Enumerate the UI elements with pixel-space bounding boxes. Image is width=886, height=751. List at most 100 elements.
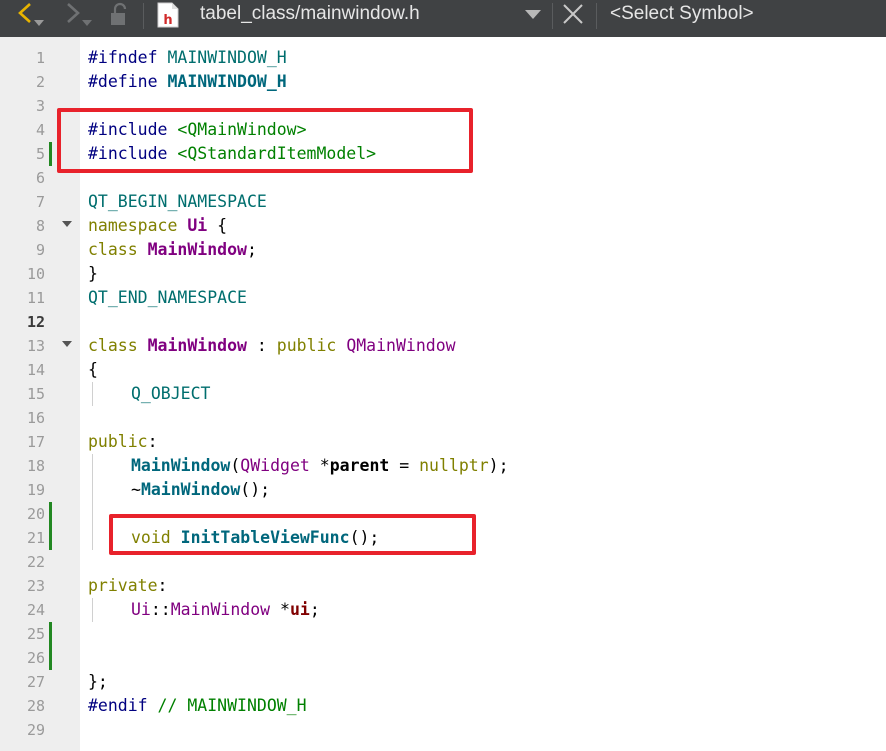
code-line[interactable]: Ui::MainWindow *ui; — [131, 598, 320, 622]
token: nullptr — [419, 456, 489, 475]
back-icon[interactable] — [14, 0, 44, 30]
code-line[interactable]: MainWindow(QWidget *parent = nullptr); — [131, 454, 509, 478]
token: ; — [246, 240, 257, 259]
code-line[interactable]: #define MAINWINDOW_H — [88, 70, 287, 94]
token: :: — [150, 600, 171, 619]
token: = — [389, 456, 420, 475]
line-number: 20 — [26, 505, 45, 523]
token: * — [270, 600, 290, 619]
token: : — [147, 432, 158, 451]
token: // MAINWINDOW_H — [157, 696, 307, 715]
line-number: 27 — [26, 673, 45, 691]
token: : — [157, 576, 168, 595]
token: parent — [329, 456, 390, 475]
token: ui — [289, 600, 310, 619]
line-number: 26 — [26, 649, 45, 667]
line-number: 18 — [26, 457, 45, 475]
token: public — [88, 432, 148, 451]
change-marker — [49, 622, 52, 670]
token: (); — [240, 480, 271, 499]
indent-guide — [92, 382, 93, 406]
fold-arrow-icon[interactable] — [62, 221, 72, 227]
lock-icon[interactable] — [108, 0, 132, 30]
token: MainWindow — [147, 240, 247, 259]
highlight-box-includes — [57, 108, 473, 173]
token: QMainWindow — [346, 336, 456, 355]
line-number: 9 — [35, 241, 45, 259]
token: MAINWINDOW_H — [167, 72, 287, 91]
token: MainWindow — [131, 456, 231, 475]
token: ( — [230, 456, 241, 475]
token: class — [88, 240, 148, 259]
line-number: 22 — [26, 553, 45, 571]
line-number: 3 — [35, 97, 45, 115]
line-number: 2 — [35, 73, 45, 91]
highlight-box-function — [109, 514, 476, 555]
token: ); — [488, 456, 509, 475]
code-line[interactable]: #endif // MAINWINDOW_H — [88, 694, 307, 718]
line-number: 16 — [26, 409, 45, 427]
code-line[interactable]: private: — [88, 574, 167, 598]
token: MainWindow — [147, 336, 247, 355]
forward-icon[interactable] — [62, 0, 92, 30]
editor-toolbar: h tabel_class/mainwindow.h <Select Symbo… — [0, 0, 886, 37]
line-number: 8 — [35, 217, 45, 235]
token: #define — [88, 72, 168, 91]
line-number: 25 — [26, 625, 45, 643]
token: { — [207, 216, 228, 235]
code-line[interactable]: class MainWindow; — [88, 238, 257, 262]
code-line[interactable]: QT_BEGIN_NAMESPACE — [88, 190, 267, 214]
code-line[interactable]: }; — [88, 670, 108, 694]
token: #endif — [88, 696, 158, 715]
code-line[interactable]: public: — [88, 430, 158, 454]
line-number: 14 — [26, 361, 45, 379]
close-icon[interactable] — [558, 0, 588, 30]
token: MainWindow — [140, 480, 241, 499]
token: Ui — [187, 216, 208, 235]
code-line[interactable]: class MainWindow : public QMainWindow — [88, 334, 456, 358]
change-marker — [49, 142, 52, 166]
line-number: 4 — [35, 121, 45, 139]
code-line[interactable]: } — [88, 262, 98, 286]
line-number: 24 — [26, 601, 45, 619]
code-line[interactable]: ~MainWindow(); — [131, 478, 270, 502]
line-number: 23 — [26, 577, 45, 595]
indent-guide — [92, 598, 93, 622]
line-number: 11 — [26, 289, 45, 307]
line-number: 21 — [26, 529, 45, 547]
token: public — [276, 336, 347, 355]
token: namespace — [88, 216, 188, 235]
token: ~ — [131, 480, 141, 499]
code-line[interactable]: #ifndef MAINWINDOW_H — [88, 46, 287, 70]
file-title[interactable]: tabel_class/mainwindow.h — [200, 3, 420, 25]
token: MAINWINDOW_H — [167, 48, 287, 67]
token: * — [309, 456, 330, 475]
line-number: 1 — [35, 49, 45, 67]
line-number: 15 — [26, 385, 45, 403]
line-number: 7 — [35, 193, 45, 211]
svg-text:h: h — [163, 13, 172, 28]
change-marker — [49, 502, 52, 550]
line-number: 19 — [26, 481, 45, 499]
dropdown-icon[interactable] — [520, 0, 546, 30]
code-line[interactable]: QT_END_NAMESPACE — [88, 286, 247, 310]
token: Ui — [131, 600, 151, 619]
line-number: 5 — [35, 145, 45, 163]
token: MainWindow — [170, 600, 271, 619]
line-number: 10 — [26, 265, 45, 283]
indent-guide — [92, 454, 93, 550]
line-number: 29 — [26, 721, 45, 739]
symbol-selector[interactable]: <Select Symbol> — [610, 3, 754, 25]
fold-arrow-icon[interactable] — [62, 341, 72, 347]
token: #ifndef — [88, 48, 168, 67]
line-number: 28 — [26, 697, 45, 715]
token: : — [246, 336, 277, 355]
code-line[interactable]: { — [88, 358, 98, 382]
token: class — [88, 336, 148, 355]
token: private — [88, 576, 158, 595]
code-line[interactable]: Q_OBJECT — [131, 382, 210, 406]
code-line[interactable]: namespace Ui { — [88, 214, 227, 238]
line-number: 17 — [26, 433, 45, 451]
token: ; — [309, 600, 320, 619]
line-number: 13 — [26, 337, 45, 355]
